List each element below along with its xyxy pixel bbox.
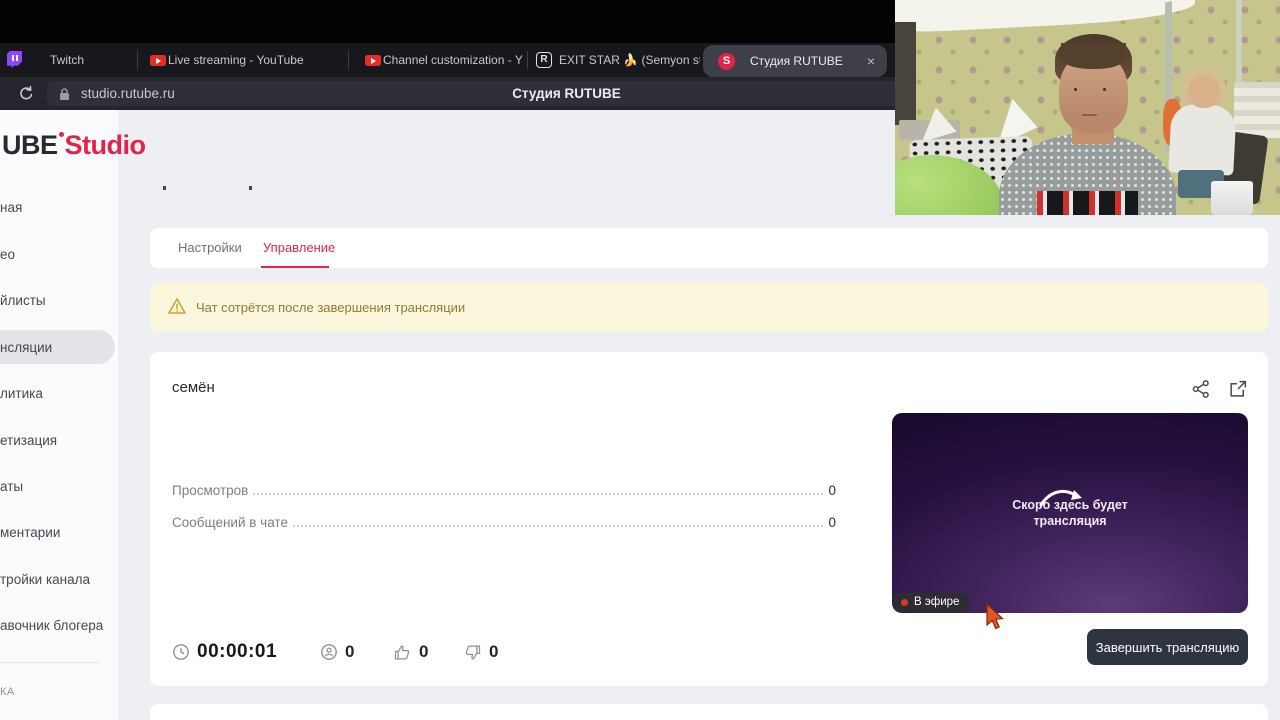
- sidebar-item-playlists[interactable]: йлисты: [0, 293, 46, 308]
- webcam-wardrobe: [895, 21, 917, 125]
- youtube-icon: [365, 55, 381, 66]
- r-box-icon: R: [536, 52, 552, 68]
- sidebar-item-blogger-guide[interactable]: авочник блогера: [0, 618, 103, 633]
- screen: Twitch Live streaming - YouTube Channel …: [0, 0, 1280, 720]
- sidebar-item-comments[interactable]: ментарии: [0, 525, 60, 540]
- bottom-card: [150, 704, 1268, 720]
- viewers-icon: [321, 644, 337, 660]
- viewers-value: 0: [345, 642, 355, 661]
- webcam-girl-face: [1187, 75, 1221, 108]
- tab-management[interactable]: Управление: [263, 228, 335, 268]
- sidebar-footer-label: КА: [0, 686, 15, 698]
- webcam-shelf: [1233, 81, 1280, 138]
- likes-group: 0: [393, 640, 428, 664]
- active-tab-underline: [261, 266, 329, 268]
- clock-icon: [173, 644, 189, 660]
- tab-close-icon[interactable]: ×: [867, 45, 875, 77]
- sidebar-item-donations[interactable]: аты: [0, 479, 23, 494]
- mouse-cursor: [986, 603, 1004, 630]
- stat-leader-dots: [253, 493, 824, 495]
- tab-label: EXIT STAR 🍌 (Semyon st: [559, 53, 700, 67]
- likes-value: 0: [419, 642, 429, 661]
- breadcrumb-dot: [249, 186, 252, 190]
- tab-label: Live streaming - YouTube: [168, 53, 304, 67]
- sidebar-item-channel-settings[interactable]: тройки канала: [0, 572, 90, 587]
- stream-title: семён: [172, 379, 215, 396]
- dislike-icon: [465, 644, 481, 659]
- webcam-mug: [1210, 180, 1254, 215]
- live-dot: [901, 599, 908, 606]
- swoosh-arrow-icon: [1039, 489, 1082, 507]
- twitch-icon: [7, 51, 22, 68]
- tab-label: Channel customization - Y: [383, 53, 523, 67]
- end-stream-button[interactable]: Завершить трансляцию: [1087, 629, 1248, 665]
- tab-label: Twitch: [50, 53, 85, 67]
- webcam-girl-body: [1168, 103, 1238, 176]
- stat-row-chat-messages: Сообщений в чате 0: [172, 515, 836, 530]
- stat-leader-dots: [292, 525, 824, 527]
- stream-card: семён Просмотров 0 Сообщений в чате 0 00…: [150, 352, 1268, 686]
- logo-text-red: Studio: [64, 130, 146, 160]
- stat-label: Просмотров: [172, 483, 249, 498]
- browser-tab-channel-customization[interactable]: Channel customization - Y: [349, 43, 527, 77]
- webcam-overlay: [895, 0, 1280, 215]
- logo-text-black: UBE: [2, 130, 58, 160]
- like-icon: [394, 645, 410, 660]
- external-link-icon[interactable]: [1228, 379, 1248, 399]
- sidebar-item-video[interactable]: ео: [0, 247, 15, 262]
- stat-row-views: Просмотров 0: [172, 483, 836, 498]
- stat-label: Сообщений в чате: [172, 515, 288, 530]
- stat-value: 0: [828, 515, 836, 530]
- webcam-boy-shirt-print: [1037, 191, 1138, 215]
- live-badge-label: В эфире: [914, 596, 960, 608]
- webcam-boy-mouth: [1081, 113, 1098, 116]
- warning-icon: [168, 298, 186, 314]
- sidebar-item-home[interactable]: ная: [0, 200, 22, 215]
- share-icon[interactable]: [1191, 379, 1211, 399]
- viewers-group: 0: [320, 640, 354, 664]
- browser-tab-exit-star[interactable]: R EXIT STAR 🍌 (Semyon st: [528, 43, 700, 77]
- tab-label: Студия RUTUBE: [750, 54, 843, 68]
- dislikes-value: 0: [489, 642, 499, 661]
- sidebar-item-analytics[interactable]: литика: [0, 386, 43, 401]
- rutube-s-icon: S: [718, 53, 735, 70]
- sidebar-item-streams[interactable]: нсляции: [0, 340, 52, 355]
- logo-dot: [58, 132, 64, 137]
- stream-stats-list: Просмотров 0 Сообщений в чате 0: [172, 483, 836, 547]
- stat-value: 0: [828, 483, 836, 498]
- dislikes-group: 0: [463, 640, 498, 664]
- duration-value: 00:00:01: [197, 641, 278, 662]
- sidebar-item-monetization[interactable]: етизация: [0, 433, 57, 448]
- webcam-boy-fringe: [1060, 43, 1126, 69]
- browser-tab-youtube-live[interactable]: Live streaming - YouTube: [138, 43, 348, 77]
- youtube-icon: [150, 55, 166, 66]
- browser-tab-rutube-studio-active[interactable]: S Студия RUTUBE ×: [703, 45, 887, 77]
- warning-banner: Чат сотрётся после завершения трансляции: [150, 283, 1268, 332]
- stream-preview: Скоро здесь будет трансляция В эфире: [892, 413, 1248, 613]
- sidebar-divider: [0, 662, 100, 663]
- browser-tab-twitch[interactable]: Twitch: [0, 43, 137, 77]
- rutube-studio-logo[interactable]: UBE Studio: [2, 130, 146, 161]
- breadcrumb-dot: [163, 186, 166, 190]
- warning-text: Чат сотрётся после завершения трансляции: [196, 300, 466, 315]
- live-badge: В эфире: [893, 593, 970, 612]
- reload-icon[interactable]: [18, 85, 35, 102]
- tab-settings[interactable]: Настройки: [178, 228, 242, 268]
- content-tabs-card: Настройки Управление: [150, 228, 1268, 268]
- stream-duration-group: 00:00:01: [172, 640, 277, 664]
